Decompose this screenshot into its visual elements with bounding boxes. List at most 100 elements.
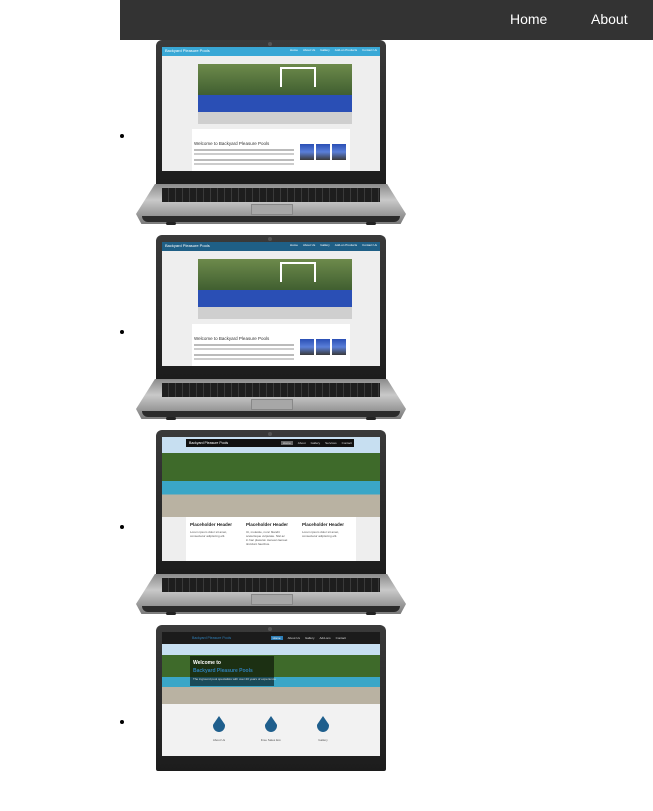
laptop-screen: Backyard Pleasure Pools Home About Us Gall… [162,47,380,171]
site-header: Backyard Pleasure Pools Home About Gallery… [186,439,354,447]
laptop-screen: Backyard Pleasure Pools Home About Us Gall… [162,242,380,366]
laptop-slide-4[interactable]: Backyard Pleasure Pools Home About Us Gall… [136,625,406,811]
laptop-lid: Backyard Pleasure Pools Home About Us Gall… [156,625,386,771]
site-menu-item: About Us [302,48,316,52]
feature-label: Free Sales Est. [260,738,282,742]
list-bullet [120,330,124,334]
laptop-slide-3[interactable]: Backyard Pleasure Pools Home About Gallery… [136,430,406,616]
site-menu-item: Contact [341,441,352,445]
site-menu-item: Gallery [320,48,330,52]
laptop-touchpad [251,594,293,605]
laptop-foot [166,612,176,615]
gallery-thumb [316,144,330,160]
site-menu: Home About Gallery Services Contact [276,441,352,445]
camera-icon [268,237,272,241]
site-title: Backyard Pleasure Pools [165,243,210,248]
column-text: Lorem ipsum dolor sit amet, consectetur … [302,530,340,538]
column-header: Placeholder Header [302,522,345,527]
site-menu-item: Home [280,441,293,445]
site-menu-item: About Us [302,243,316,247]
laptop-keyboard [162,188,380,202]
hero-pool-image [198,64,352,124]
site-menu-item: About Us [287,636,300,640]
site-menu-item: About [297,441,306,445]
column-text: Ut, molestie, nunc blandit scelerisque v… [246,530,288,546]
hero-pool-image [198,259,352,319]
laptop-foot [366,612,376,615]
nav-home-link[interactable]: Home [510,11,547,27]
top-navbar: Home About [120,0,653,40]
site-menu-item: Contact Us [362,243,377,247]
laptop-foot [166,222,176,225]
feature-label: Gallery [318,738,328,742]
laptop-slide-2[interactable]: Backyard Pleasure Pools Home About Us Gall… [136,235,406,421]
welcome-heading: Welcome to [193,660,221,666]
site-title: Backyard Pleasure Pools [189,441,229,445]
hero-pool-image [162,437,380,517]
column-header: Placeholder Header [190,522,233,527]
site-menu-item: Contact [335,636,346,640]
laptop-slide-1[interactable]: Backyard Pleasure Pools Home About Us Gall… [136,40,406,226]
gallery-thumb [332,144,346,160]
column-header: Placeholder Header [246,522,289,527]
water-drop-icon [317,716,329,732]
column-text: Lorem ipsum dolor sit amet, consectetur … [190,530,228,538]
site-menu-item: Home [289,243,298,247]
laptop-front-edge [142,606,400,612]
laptop-lid: Backyard Pleasure Pools Home About Us Gall… [156,40,386,186]
site-menu-item: Gallery [320,243,330,247]
camera-icon [268,42,272,46]
feature-label: About Us [212,738,226,742]
content-card: Welcome to Backyard Pleasure Pools [192,324,350,366]
list-bullet [120,525,124,529]
site-menu-item: Home [270,636,283,640]
gallery-thumb [332,339,346,355]
nav-about-link[interactable]: About [591,11,628,27]
welcome-heading: Welcome to Backyard Pleasure Pools [194,336,270,341]
gallery-thumb [300,339,314,355]
laptop-keyboard [162,383,380,397]
site-menu-item: Home [289,48,298,52]
gallery-thumb [316,339,330,355]
laptop-foot [366,417,376,420]
hero-overlay: Welcome to Backyard Pleasure Pools The i… [190,656,276,686]
site-menu-item: Add-ons [319,636,331,640]
site-title: Backyard Pleasure Pools [192,636,232,640]
list-bullet [120,134,124,138]
laptop-foot [366,222,376,225]
laptop-keyboard [162,578,380,592]
list-bullet [120,720,124,724]
pergola-graphic [280,67,316,87]
laptop-screen: Backyard Pleasure Pools Home About Us Gall… [162,632,380,756]
laptop-lid: Backyard Pleasure Pools Home About Gallery… [156,430,386,576]
laptop-lid: Backyard Pleasure Pools Home About Us Gall… [156,235,386,381]
laptop-touchpad [251,399,293,410]
water-drop-icon [213,716,225,732]
laptop-foot [166,417,176,420]
text-lines [194,344,294,346]
site-menu: Home About Us Gallery Add-on Products Contac… [285,243,377,247]
features-section: About Us Free Sales Est. Gallery [162,704,380,756]
content-card: Welcome to Backyard Pleasure Pools [192,129,350,171]
site-menu-item: Add-on Products [334,243,358,247]
hero-tagline: The inground pool specialists with over … [193,677,276,681]
site-header: Backyard Pleasure Pools Home About Us Gall… [162,47,380,56]
text-lines [194,149,294,151]
site-menu-item: Gallery [304,636,315,640]
brand-heading: Backyard Pleasure Pools [193,668,253,674]
laptop-screen: Backyard Pleasure Pools Home About Gallery… [162,437,380,561]
laptop-touchpad [251,204,293,215]
laptop-front-edge [142,216,400,222]
site-menu-item: Add-on Products [334,48,358,52]
site-menu: Home About Us Gallery Add-on Products Contac… [285,48,377,52]
content-columns: Placeholder Header Placeholder Header Pl… [186,517,356,561]
pergola-graphic [280,262,316,282]
site-header: Backyard Pleasure Pools Home About Us Gall… [162,242,380,251]
site-header: Backyard Pleasure Pools Home About Us Gall… [162,632,380,644]
camera-icon [268,432,272,436]
site-menu: Home About Us Gallery Add-ons Contact [266,636,346,640]
water-drop-icon [265,716,277,732]
welcome-heading: Welcome to Backyard Pleasure Pools [194,141,270,146]
site-menu-item: Contact Us [362,48,377,52]
gallery-thumb [300,144,314,160]
